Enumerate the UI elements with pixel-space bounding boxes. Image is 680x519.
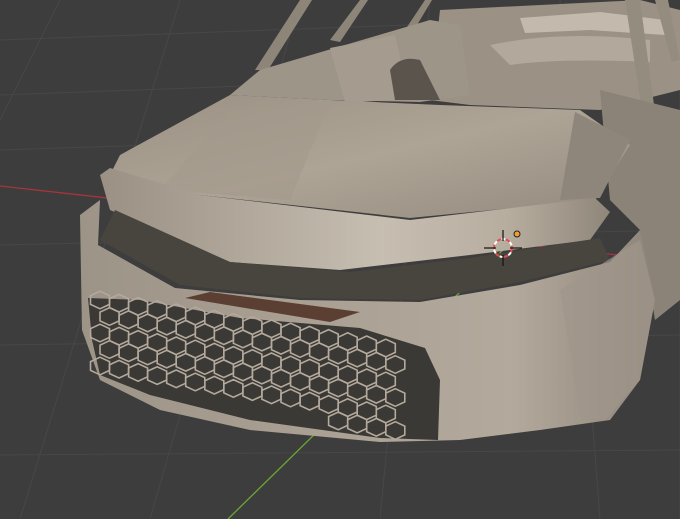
- 3d-viewport[interactable]: [0, 0, 680, 519]
- origin-point-icon: [513, 230, 521, 238]
